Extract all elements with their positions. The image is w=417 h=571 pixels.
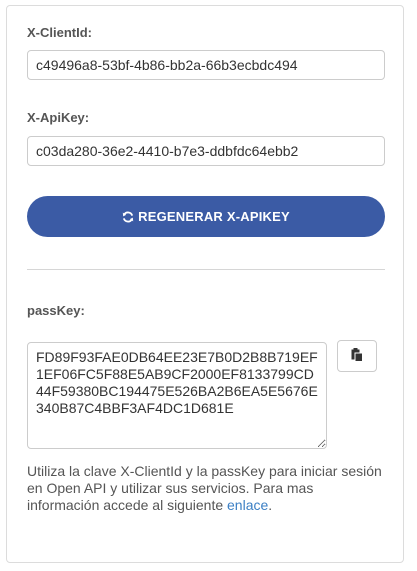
passkey-label: passKey: — [27, 303, 85, 318]
info-body: Utiliza la clave X-ClientId y la passKey… — [27, 463, 382, 513]
copy-passkey-button[interactable] — [337, 340, 377, 372]
info-text: Utiliza la clave X-ClientId y la passKey… — [27, 463, 389, 514]
info-link[interactable]: enlace — [227, 497, 268, 513]
clipboard-icon — [351, 347, 363, 365]
passkey-textarea[interactable]: FD89F93FAE0DB64EE23E7B0D2B8B719EF1EF06FC… — [27, 342, 327, 449]
info-suffix: . — [268, 497, 273, 513]
api-key-label: X-ApiKey: — [27, 110, 90, 125]
client-id-label: X-ClientId: — [27, 25, 92, 40]
refresh-icon — [122, 211, 134, 223]
api-credentials-panel: X-ClientId: X-ApiKey: REGENERAR X-APIKEY… — [6, 5, 404, 563]
client-id-field[interactable] — [27, 50, 385, 80]
regenerate-apikey-button[interactable]: REGENERAR X-APIKEY — [27, 196, 385, 237]
regenerate-apikey-label: REGENERAR X-APIKEY — [138, 209, 290, 224]
api-key-field[interactable] — [27, 136, 385, 166]
section-divider — [27, 269, 385, 270]
